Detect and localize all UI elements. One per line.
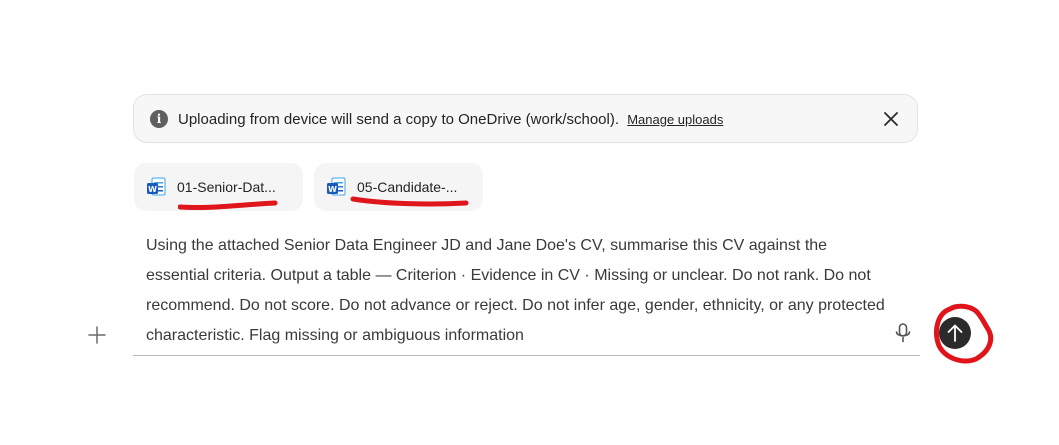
notice-message: Uploading from device will send a copy t… [178,111,620,128]
microphone-icon[interactable] [893,322,913,344]
manage-uploads-link[interactable]: Manage uploads [627,112,723,127]
notice-text-row: Uploading from device will send a copy t… [178,111,723,128]
red-underline-annotation [350,196,469,207]
attachment-name: 01-Senior-Dat... [177,179,276,195]
send-button-area [932,303,996,367]
word-doc-icon: W [327,177,346,196]
attachment-name: 05-Candidate-... [357,179,458,195]
info-icon: i [150,110,168,128]
svg-text:W: W [148,185,157,194]
attachment-chip-candidate-cv[interactable]: W 05-Candidate-... [314,163,483,211]
attachment-chip-senior-data-engineer[interactable]: W 01-Senior-Dat... [134,163,303,211]
prompt-input[interactable]: Using the attached Senior Data Engineer … [146,231,891,351]
red-circle-annotation [934,303,994,364]
onedrive-upload-notice: i Uploading from device will send a copy… [133,94,918,143]
composer-bottom-border [133,355,920,356]
word-doc-icon: W [147,177,166,196]
red-underline-annotation [178,200,278,211]
svg-text:W: W [328,185,337,194]
close-icon[interactable] [881,109,901,129]
add-icon[interactable] [86,324,108,346]
